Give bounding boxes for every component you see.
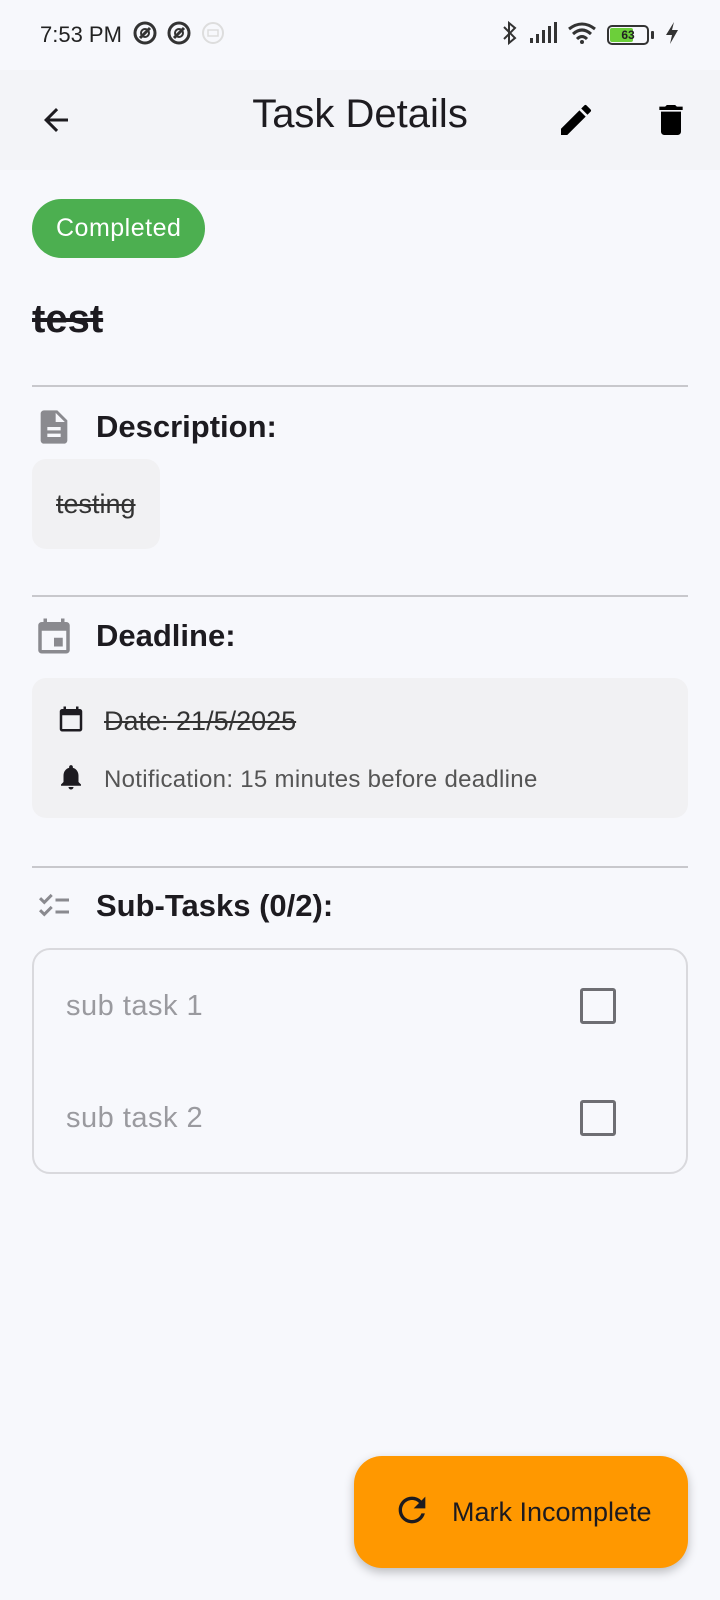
wifi-icon <box>567 21 597 50</box>
page-title: Task Details <box>252 92 468 136</box>
notification-row: Notification: 15 minutes before deadline <box>56 762 538 797</box>
divider <box>32 385 688 387</box>
deadline-date-row: Date: 21/5/2025 <box>56 704 296 739</box>
deadline-date: Date: 21/5/2025 <box>104 706 297 736</box>
deadline-box: Date: 21/5/2025 Notification: 15 minutes… <box>32 678 688 818</box>
subtasks-header: Sub-Tasks (0/2): <box>32 884 333 928</box>
battery-icon: 63 <box>607 25 654 45</box>
calendar-icon <box>56 704 86 739</box>
battery-level: 63 <box>621 28 635 42</box>
description-box: testing <box>32 459 160 549</box>
bluetooth-icon <box>501 20 519 51</box>
notification-icon <box>132 20 158 51</box>
notification-icon <box>166 20 192 51</box>
subtask-checkbox[interactable] <box>580 988 616 1024</box>
mark-incomplete-label: Mark Incomplete <box>452 1496 652 1527</box>
subtasks-label: Sub-Tasks (0/2): <box>96 888 334 923</box>
mark-incomplete-button[interactable]: Mark Incomplete <box>354 1456 688 1568</box>
app-icon <box>200 20 226 51</box>
status-badge: Completed <box>32 199 206 258</box>
divider <box>32 866 688 868</box>
description-label: Description: <box>96 409 277 444</box>
delete-button[interactable] <box>641 90 701 150</box>
deadline-header: Deadline: <box>32 614 236 658</box>
document-icon <box>32 405 76 449</box>
subtasks-list: sub task 1 sub task 2 <box>32 948 688 1174</box>
trash-icon <box>659 105 683 135</box>
subtask-checkbox[interactable] <box>580 1100 616 1136</box>
task-title: test <box>32 297 104 341</box>
deadline-label: Deadline: <box>96 618 236 653</box>
checklist-icon <box>32 884 76 928</box>
list-item[interactable]: sub task 2 <box>34 1062 686 1174</box>
edit-button[interactable] <box>546 90 606 150</box>
charging-icon <box>664 21 680 50</box>
list-item[interactable]: sub task 1 <box>34 950 686 1062</box>
status-time: 7:53 PM <box>40 22 122 47</box>
subtask-label: sub task 1 <box>66 989 204 1022</box>
bell-icon <box>56 762 86 797</box>
divider <box>32 595 688 597</box>
notification-text: Notification: 15 minutes before deadline <box>104 765 538 793</box>
signal-icon <box>529 21 557 49</box>
subtask-label: sub task 2 <box>66 1101 204 1134</box>
description-header: Description: <box>32 405 277 449</box>
description-text: testing <box>56 488 136 519</box>
refresh-icon <box>392 1490 432 1535</box>
status-bar: 7:53 PM 63 <box>0 0 720 70</box>
app-bar: Task Details <box>0 70 720 170</box>
calendar-icon <box>32 614 76 658</box>
pencil-icon <box>561 104 592 135</box>
